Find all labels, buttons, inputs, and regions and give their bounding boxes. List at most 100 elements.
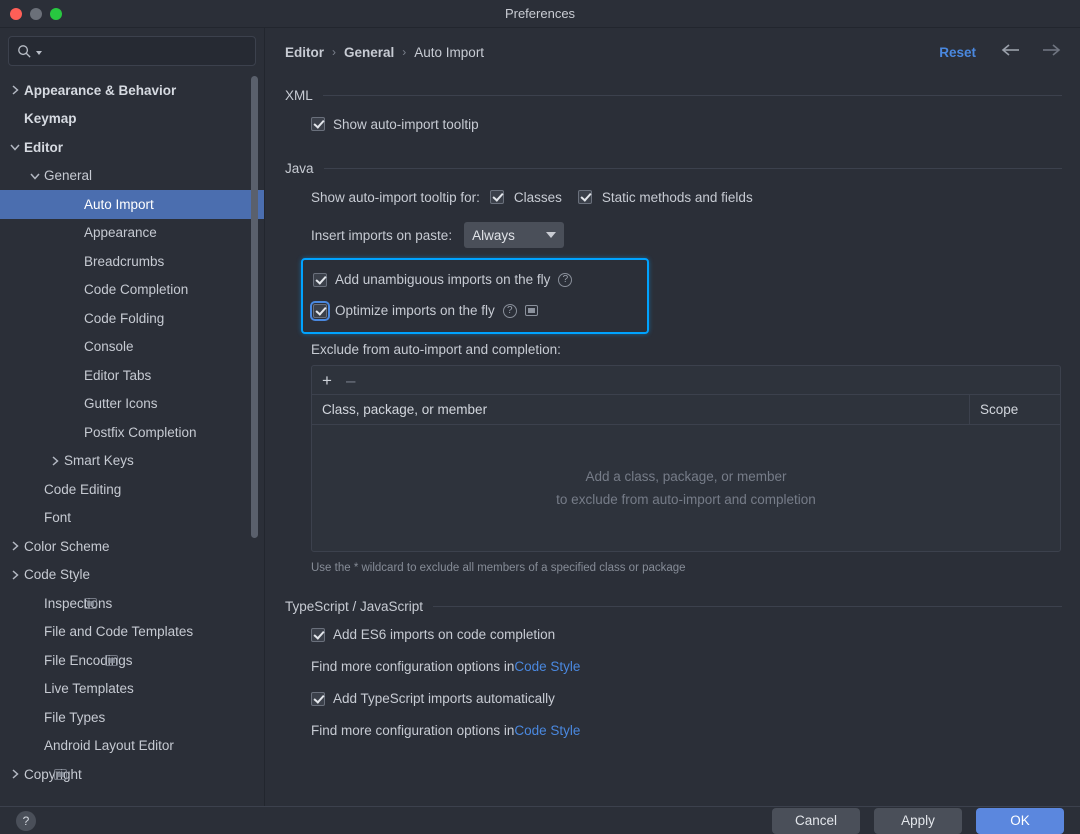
sidebar-item-smart-keys[interactable]: Smart Keys [0, 447, 264, 476]
chevron-right-icon[interactable] [8, 767, 22, 781]
sidebar-item-editor[interactable]: Editor [0, 133, 264, 162]
add-es6-imports-checkbox[interactable] [311, 627, 325, 642]
sidebar-item-font[interactable]: Font [0, 504, 264, 533]
xml-show-tooltip-row[interactable]: Show auto-import tooltip [285, 109, 1062, 139]
sidebar-item-auto-import[interactable]: Auto Import [0, 190, 264, 219]
code-style-link-1[interactable]: Code Style [514, 659, 580, 674]
chevron-down-icon[interactable] [28, 169, 42, 183]
chevron-right-icon[interactable] [8, 83, 22, 97]
sidebar-item-live-templates[interactable]: Live Templates [0, 675, 264, 704]
add-unambiguous-imports-label: Add unambiguous imports on the fly [335, 272, 551, 287]
insert-imports-on-paste-dropdown[interactable]: Always [464, 222, 565, 248]
help-icon[interactable]: ? [16, 810, 36, 831]
search-box[interactable] [8, 36, 256, 66]
section-java-header: Java [285, 161, 1062, 176]
search-dropdown-caret[interactable] [36, 51, 42, 55]
preferences-window: Preferences Appearance & Behavior Keymap E… [0, 0, 1080, 834]
sidebar-item-file-types[interactable]: File Types [0, 703, 264, 732]
ts-es6-imports-row[interactable]: Add ES6 imports on code completion [285, 620, 1062, 650]
arrow-right-icon[interactable] [1040, 43, 1062, 62]
sidebar-search-wrap [0, 28, 264, 72]
sidebar-item-color-scheme[interactable]: Color Scheme [0, 532, 264, 561]
section-title-java: Java [285, 161, 314, 176]
sidebar-item-gutter-icons[interactable]: Gutter Icons [0, 390, 264, 419]
ok-button[interactable]: OK [976, 807, 1064, 834]
project-scope-icon [524, 305, 538, 316]
code-style-link-2[interactable]: Code Style [514, 723, 580, 738]
reset-button[interactable]: Reset [939, 45, 976, 60]
sidebar-item-keymap[interactable]: Keymap [0, 105, 264, 134]
sidebar-item-breadcrumbs[interactable]: Breadcrumbs [0, 247, 264, 276]
section-xml-header: XML [285, 88, 1062, 103]
highlighted-options-group: Add unambiguous imports on the fly ? Opt… [301, 258, 649, 334]
empty-message-line-1: Add a class, package, or member [585, 469, 787, 484]
add-typescript-imports-checkbox[interactable] [311, 691, 325, 706]
close-button[interactable] [10, 7, 22, 20]
sidebar-item-code-editing[interactable]: Code Editing [0, 475, 264, 504]
optimize-imports-row[interactable]: Optimize imports on the fly ? [303, 295, 647, 326]
apply-button[interactable]: Apply [874, 807, 962, 834]
title-bar: Preferences [0, 0, 1080, 28]
project-scope-icon [53, 768, 67, 780]
java-tooltip-classes-checkbox[interactable] [489, 190, 504, 204]
minimize-button[interactable] [30, 7, 42, 20]
optimize-imports-checkbox[interactable] [310, 300, 330, 321]
breadcrumb-item-editor[interactable]: Editor [285, 45, 324, 60]
sidebar-item-editor-tabs[interactable]: Editor Tabs [0, 361, 264, 390]
code-style-hint-prefix-1: Find more configuration options in [311, 659, 515, 675]
sidebar-scrollbar[interactable] [251, 76, 258, 538]
remove-exclusion-button[interactable]: – [346, 372, 355, 389]
sidebar-item-postfix-completion[interactable]: Postfix Completion [0, 418, 264, 447]
help-icon[interactable]: ? [502, 303, 517, 318]
sidebar-item-label: Android Layout Editor [44, 738, 174, 754]
chevron-right-icon[interactable] [48, 454, 62, 468]
sidebar-item-file-encodings[interactable]: File Encodings [0, 646, 264, 675]
sidebar-item-appearance[interactable]: Appearance [0, 219, 264, 248]
sidebar-item-inspections[interactable]: Inspections [0, 589, 264, 618]
add-exclusion-button[interactable]: + [322, 372, 332, 389]
xml-show-tooltip-checkbox[interactable] [311, 117, 325, 131]
sidebar-item-label: Code Completion [84, 282, 189, 298]
sidebar-item-file-and-code-templates[interactable]: File and Code Templates [0, 618, 264, 647]
breadcrumb-separator: › [402, 45, 407, 59]
sidebar-item-label: Keymap [24, 111, 77, 127]
sidebar-item-label: Appearance [84, 225, 157, 241]
column-header-scope[interactable]: Scope [970, 395, 1060, 424]
chevron-right-icon[interactable] [8, 568, 22, 582]
ts-typescript-imports-row[interactable]: Add TypeScript imports automatically [285, 684, 1062, 714]
sidebar-item-code-completion[interactable]: Code Completion [0, 276, 264, 305]
sidebar-item-label: Auto Import [84, 196, 154, 212]
add-unambiguous-imports-row[interactable]: Add unambiguous imports on the fly ? [303, 264, 647, 295]
java-tooltip-static-checkbox[interactable] [577, 190, 592, 204]
settings-tree: Appearance & Behavior Keymap Editor General… [0, 72, 264, 789]
arrow-left-icon[interactable] [1000, 43, 1022, 62]
breadcrumb-item-general[interactable]: General [344, 45, 394, 60]
cancel-button[interactable]: Cancel [772, 807, 860, 834]
insert-imports-value: Always [472, 227, 515, 243]
add-unambiguous-imports-checkbox[interactable] [313, 272, 327, 287]
chevron-down-icon[interactable] [8, 140, 22, 154]
help-icon[interactable]: ? [558, 272, 573, 287]
add-typescript-imports-label: Add TypeScript imports automatically [333, 691, 555, 707]
divider [322, 95, 1062, 96]
sidebar-item-label: Code Folding [84, 310, 165, 326]
sidebar-item-label: Breadcrumbs [84, 253, 165, 269]
search-input[interactable] [46, 43, 247, 59]
sidebar-item-code-folding[interactable]: Code Folding [0, 304, 264, 333]
sidebar-item-code-style[interactable]: Code Style [0, 561, 264, 590]
sidebar-item-general[interactable]: General [0, 162, 264, 191]
sidebar-item-android-layout-editor[interactable]: Android Layout Editor [0, 732, 264, 761]
exclude-label: Exclude from auto-import and completion: [311, 342, 561, 357]
sidebar-item-appearance-behavior[interactable]: Appearance & Behavior [0, 76, 264, 105]
column-header-class[interactable]: Class, package, or member [312, 395, 970, 424]
chevron-right-icon[interactable] [8, 539, 22, 553]
dialog-footer: ? Cancel Apply OK [0, 806, 1080, 834]
sidebar-item-copyright[interactable]: Copyright [0, 760, 264, 789]
sidebar-item-console[interactable]: Console [0, 333, 264, 362]
zoom-button[interactable] [50, 7, 62, 20]
